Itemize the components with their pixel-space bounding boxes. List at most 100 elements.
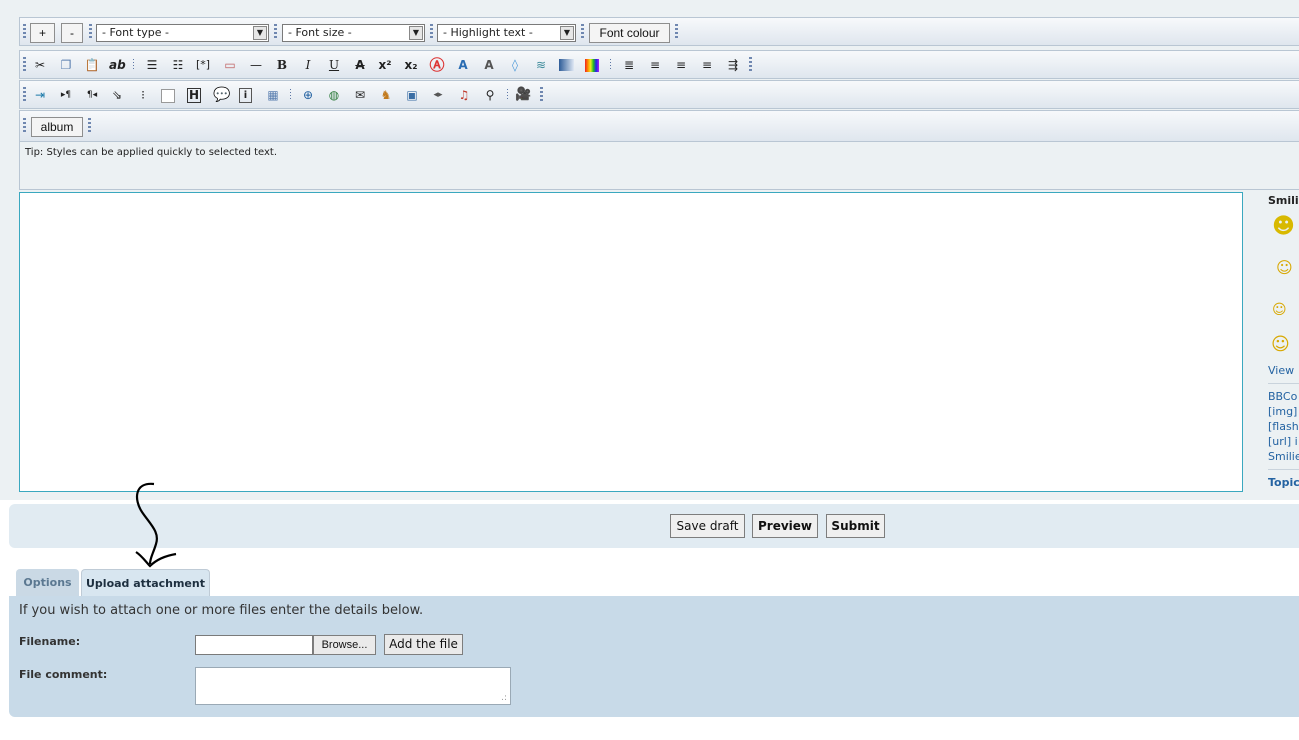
underline-icon[interactable]: U xyxy=(326,57,342,73)
font-size-value: - Font size - xyxy=(288,26,352,39)
text-glow-icon[interactable]: A xyxy=(481,57,497,73)
subscript-icon[interactable]: x₂ xyxy=(403,57,419,73)
align-left-icon[interactable]: ≡ xyxy=(647,57,663,73)
font-colour-button[interactable]: Font colour xyxy=(589,23,670,43)
align-right-icon[interactable]: ≡ xyxy=(699,57,715,73)
resize-handle-icon[interactable]: .: xyxy=(501,693,507,703)
preview-button[interactable]: Preview xyxy=(752,514,818,538)
rainbow-icon[interactable] xyxy=(585,59,599,72)
superscript-icon[interactable]: x² xyxy=(377,57,393,73)
tip-text: Tip: Styles can be applied quickly to se… xyxy=(19,142,1299,190)
submit-bar: Save draft Preview Submit xyxy=(9,504,1299,548)
wave-icon[interactable]: ≋ xyxy=(533,57,549,73)
email-icon[interactable]: ✉ xyxy=(352,87,368,103)
justify-icon[interactable]: ≣ xyxy=(621,57,637,73)
smiley-birthday-icon[interactable]: ☺ xyxy=(1276,258,1293,277)
tab-options[interactable]: Options xyxy=(16,569,79,597)
bbcode-link[interactable]: BBCo xyxy=(1268,390,1297,403)
toolbar-grip xyxy=(23,87,26,103)
toolbar-separator xyxy=(133,59,134,71)
photo-icon[interactable]: ♞ xyxy=(378,87,394,103)
toolbar-row-formatting: + - - Font type - ▼ - Font size - ▼ - Hi… xyxy=(19,17,1299,46)
hash-icon[interactable]: ⊕ xyxy=(300,87,316,103)
toolbar-row-text-tools: ✂ ❐ 📋 ab ☰ ☷ [*] ▭ — B I U A x² x₂ Ⓐ A A… xyxy=(19,50,1299,79)
heading-icon[interactable]: H xyxy=(187,88,201,103)
add-file-button[interactable]: Add the file xyxy=(384,634,463,655)
highlight-text-value: - Highlight text - xyxy=(443,26,533,39)
increase-size-button[interactable]: + xyxy=(30,23,55,43)
strikethrough-icon[interactable]: A xyxy=(352,57,368,73)
spellcheck-icon[interactable]: ab xyxy=(109,57,126,73)
view-more-smilies-link[interactable]: View xyxy=(1268,364,1294,377)
attachment-intro: If you wish to attach one or more files … xyxy=(19,603,424,618)
filename-input[interactable] xyxy=(195,635,313,655)
smiley-shock-icon[interactable]: ☺ xyxy=(1272,302,1287,318)
marquee-icon[interactable]: ⇘ xyxy=(109,87,125,103)
numbered-list-icon[interactable]: ☷ xyxy=(170,57,186,73)
highlight-text-select[interactable]: - Highlight text - ▼ xyxy=(437,24,576,42)
image-icon[interactable]: ▣ xyxy=(404,87,420,103)
arrow-annotation xyxy=(135,482,177,568)
font-size-select[interactable]: - Font size - ▼ xyxy=(282,24,425,42)
text-color-icon[interactable]: Ⓐ xyxy=(429,57,445,73)
toolbar-grip[interactable] xyxy=(23,24,26,40)
toolbar-row-insert: ⇥ ▸¶ ¶◂ ⇘ ⁝ H 💬 i ▦ ⊕ ◍ ✉ ♞ ▣ ◂▸ ♫ ⚲ 🎥 xyxy=(19,80,1299,109)
toolbar-row-album: album xyxy=(19,110,1299,142)
blank-box-icon[interactable] xyxy=(161,89,175,103)
topic-review-link[interactable]: Topic xyxy=(1268,476,1299,489)
cut-icon[interactable]: ✂ xyxy=(32,57,48,73)
horizontal-rule-icon[interactable]: — xyxy=(248,57,264,73)
file-comment-label: File comment: xyxy=(19,668,108,681)
album-button[interactable]: album xyxy=(31,117,83,137)
save-draft-button[interactable]: Save draft xyxy=(670,514,745,538)
filename-label: Filename: xyxy=(19,635,81,648)
toolbar-separator xyxy=(610,59,611,71)
attachment-panel: If you wish to attach one or more files … xyxy=(9,596,1299,717)
bullet-list-icon[interactable]: ☰ xyxy=(144,57,160,73)
decrease-size-button[interactable]: - xyxy=(61,23,83,43)
indent-icon[interactable]: ⇶ xyxy=(725,57,741,73)
grid-icon[interactable]: ▦ xyxy=(265,87,281,103)
exit-icon[interactable]: ⇥ xyxy=(32,87,48,103)
toolbar-grip xyxy=(274,24,277,40)
toolbar-grip xyxy=(675,24,678,40)
speech-icon[interactable]: 💬 xyxy=(213,87,230,103)
browse-button[interactable]: Browse... xyxy=(313,635,376,655)
copy-icon[interactable]: ❐ xyxy=(58,57,74,73)
list-item-icon[interactable]: [*] xyxy=(195,57,211,73)
smiley-banana-icon[interactable]: ☻ xyxy=(1272,214,1295,239)
toolbar-grip xyxy=(23,57,26,73)
file-comment-textarea[interactable]: .: xyxy=(195,667,511,705)
video-icon[interactable]: 🎥 xyxy=(515,87,531,103)
submit-button[interactable]: Submit xyxy=(826,514,885,538)
tab-upload-attachment[interactable]: Upload attachment xyxy=(81,569,210,597)
sidebar-divider xyxy=(1268,383,1299,384)
url-status: [url] i xyxy=(1268,435,1298,448)
smilies-sidebar: Smili ☻ ☺ ☺ ☺ View BBCo [img] [flash [ur… xyxy=(1262,192,1299,492)
flash-icon[interactable]: ◂▸ xyxy=(430,87,446,103)
web-icon[interactable]: ◍ xyxy=(326,87,342,103)
toolbar-grip xyxy=(88,118,91,134)
message-textarea[interactable] xyxy=(19,192,1243,492)
font-type-select[interactable]: - Font type - ▼ xyxy=(96,24,269,42)
rtl-icon[interactable]: ¶◂ xyxy=(84,87,100,103)
chevron-down-icon: ▼ xyxy=(253,26,267,40)
table-icon[interactable]: ▭ xyxy=(222,57,238,73)
info-icon[interactable]: i xyxy=(239,88,252,103)
quote-icon[interactable]: ⁝ xyxy=(135,87,151,103)
ltr-icon[interactable]: ▸¶ xyxy=(58,87,74,103)
bold-icon[interactable]: B xyxy=(274,57,290,73)
fade-icon[interactable]: ◊ xyxy=(507,57,523,73)
align-center-icon[interactable]: ≡ xyxy=(673,57,689,73)
paste-icon[interactable]: 📋 xyxy=(84,57,100,73)
toolbar-grip xyxy=(23,118,26,134)
italic-icon[interactable]: I xyxy=(300,57,316,73)
sidebar-divider xyxy=(1268,469,1299,470)
gradient-icon[interactable] xyxy=(559,59,574,71)
text-shadow-icon[interactable]: A xyxy=(455,57,471,73)
search-icon[interactable]: ⚲ xyxy=(482,87,498,103)
toolbar-separator xyxy=(290,89,291,101)
smiley-sleep-icon[interactable]: ☺ xyxy=(1271,334,1290,355)
music-icon[interactable]: ♫ xyxy=(456,87,472,103)
img-status: [img] xyxy=(1268,405,1298,418)
